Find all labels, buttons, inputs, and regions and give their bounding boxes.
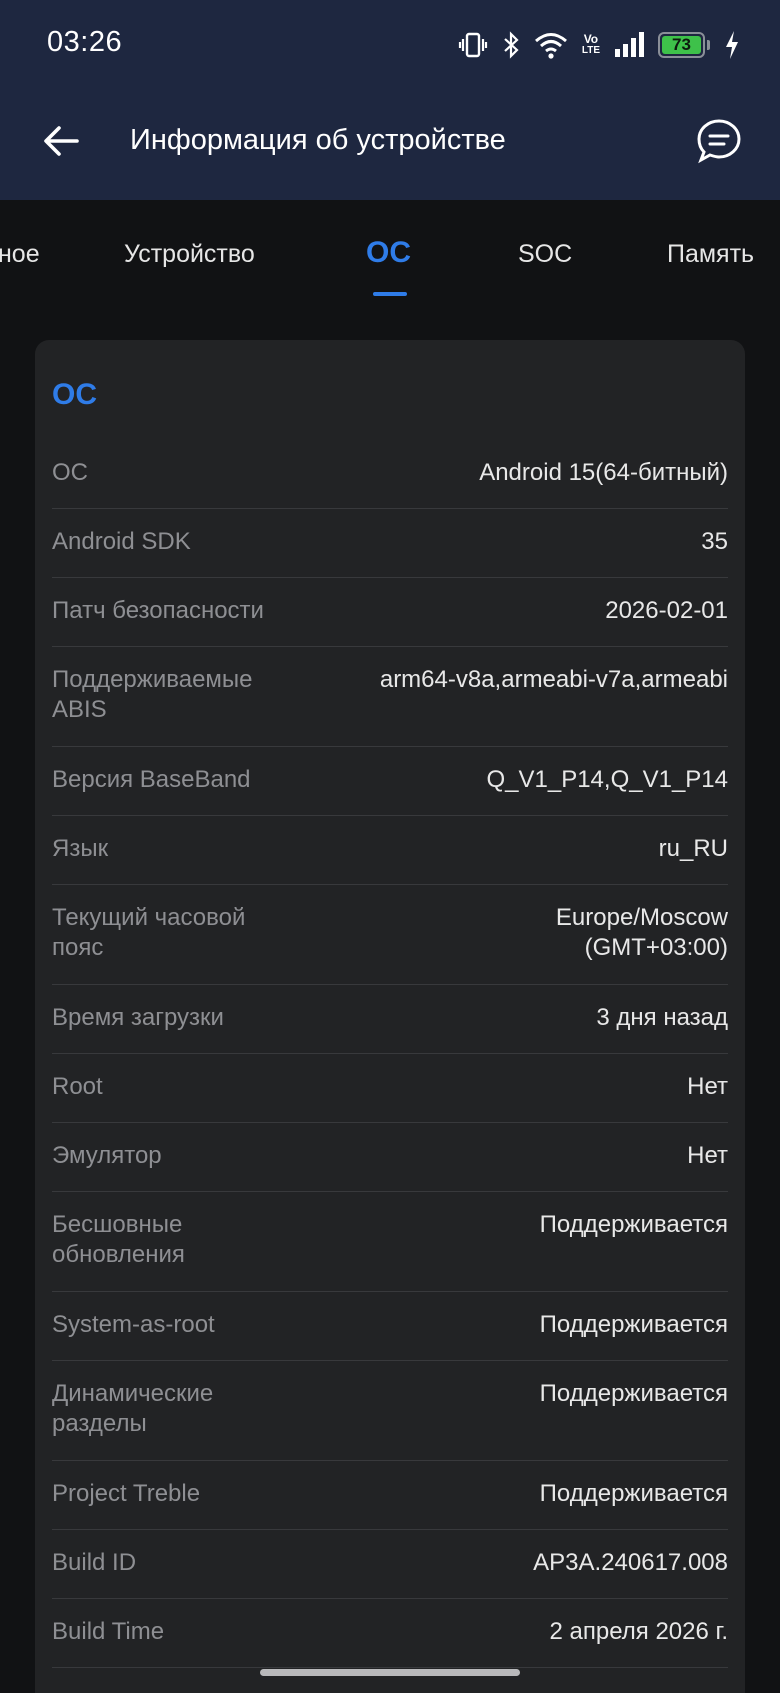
info-row-boot-time: Время загрузки 3 дня назад: [52, 985, 728, 1054]
tab-device[interactable]: Устройство: [124, 240, 255, 269]
page-title: Информация об устройстве: [130, 124, 506, 156]
chat-bubble-icon: [697, 119, 741, 164]
vibrate-icon: [458, 30, 488, 60]
row-label: Время загрузки: [52, 1004, 224, 1031]
row-value: AP3A.240617.008: [533, 1549, 728, 1576]
row-value: 35: [701, 528, 728, 555]
row-label: Патч безопасности: [52, 597, 264, 624]
info-row-sdk: Android SDK 35: [52, 509, 728, 578]
app-header: Информация об устройстве: [0, 100, 780, 184]
info-row-baseband: Версия BaseBand Q_V1_P14,Q_V1_P14: [52, 747, 728, 816]
row-label: OC: [52, 459, 88, 486]
row-value: Поддерживается: [539, 1211, 728, 1238]
status-icons: Vo LTE 73: [458, 28, 740, 62]
tab-memory[interactable]: Память: [667, 240, 754, 269]
signal-icon: [614, 32, 644, 58]
row-label: Поддерживаемые ABIS: [52, 666, 253, 723]
row-value: Q_V1_P14,Q_V1_P14: [486, 766, 728, 793]
os-info-card: OC OC Android 15(64-битный) Android SDK …: [35, 340, 745, 1693]
info-list: OC Android 15(64-битный) Android SDK 35 …: [52, 440, 728, 1668]
info-row-timezone: Текущий часовой пояс Europe/Moscow (GMT+…: [52, 885, 728, 985]
volte-label-top: Vo: [583, 32, 599, 46]
row-value: Android 15(64-битный): [479, 459, 728, 486]
row-label: Бесшовные обновления: [52, 1211, 185, 1268]
bluetooth-icon: [502, 30, 520, 60]
status-bar: 03:26 Vo LTE 73: [0, 0, 780, 90]
row-label: Build ID: [52, 1549, 137, 1576]
battery-icon: 73: [658, 32, 710, 58]
row-label: Root: [52, 1073, 103, 1100]
row-value: Поддерживается: [539, 1480, 728, 1507]
active-tab-indicator: [373, 292, 407, 296]
info-row-project-treble: Project Treble Поддерживается: [52, 1461, 728, 1530]
info-row-security-patch: Патч безопасности 2026-02-01: [52, 578, 728, 647]
row-label: Язык: [52, 835, 109, 862]
row-label: Project Treble: [52, 1480, 201, 1507]
info-row-root: Root Нет: [52, 1054, 728, 1123]
info-row-seamless-updates: Бесшовные обновления Поддерживается: [52, 1192, 728, 1292]
home-indicator[interactable]: [260, 1669, 520, 1676]
row-value: 3 дня назад: [596, 1004, 728, 1031]
row-value: Нет: [687, 1142, 728, 1169]
row-value: Нет: [687, 1073, 728, 1100]
row-value: Поддерживается: [539, 1380, 728, 1407]
info-row-os: OC Android 15(64-битный): [52, 440, 728, 509]
back-button[interactable]: [36, 116, 86, 166]
row-value: Europe/Moscow (GMT+03:00): [555, 904, 728, 961]
info-row-build-id: Build ID AP3A.240617.008: [52, 1530, 728, 1599]
row-label: Текущий часовой пояс: [52, 904, 246, 961]
wifi-icon: [534, 30, 568, 60]
row-value: 2026-02-01: [605, 597, 728, 624]
volte-icon: Vo LTE: [582, 33, 600, 57]
feedback-button[interactable]: [692, 114, 746, 168]
tab-soc[interactable]: SOC: [518, 240, 572, 269]
top-app-bar: 03:26 Vo LTE 73 Информация об устройстве: [0, 0, 780, 200]
charging-icon: [724, 30, 740, 60]
row-value: arm64-v8a,armeabi-v7a,armeabi: [379, 666, 728, 693]
tab-general[interactable]: ное: [0, 240, 40, 269]
info-row-emulator: Эмулятор Нет: [52, 1123, 728, 1192]
info-row-dynamic-partitions: Динамические разделы Поддерживается: [52, 1361, 728, 1461]
row-label: Динамические разделы: [52, 1380, 214, 1437]
row-label: Эмулятор: [52, 1142, 162, 1169]
row-value: ru_RU: [658, 835, 728, 862]
row-label: Версия BaseBand: [52, 766, 251, 793]
info-row-system-as-root: System-as-root Поддерживается: [52, 1292, 728, 1361]
row-value: 2 апреля 2026 г.: [549, 1618, 728, 1645]
volte-label-bottom: LTE: [581, 45, 600, 56]
row-label: System-as-root: [52, 1311, 215, 1338]
card-title: OC: [52, 378, 97, 411]
tab-bar: ное Устройство OC SOC Память: [0, 200, 780, 300]
info-row-abis: Поддерживаемые ABIS arm64-v8a,armeabi-v7…: [52, 647, 728, 747]
row-value: Поддерживается: [539, 1311, 728, 1338]
row-label: Android SDK: [52, 528, 191, 555]
info-row-language: Язык ru_RU: [52, 816, 728, 885]
battery-level: 73: [662, 35, 701, 54]
arrow-left-icon: [44, 126, 79, 156]
row-label: Build Time: [52, 1618, 165, 1645]
info-row-build-time: Build Time 2 апреля 2026 г.: [52, 1599, 728, 1668]
status-time: 03:26: [47, 26, 123, 58]
tab-os[interactable]: OC: [366, 236, 411, 270]
